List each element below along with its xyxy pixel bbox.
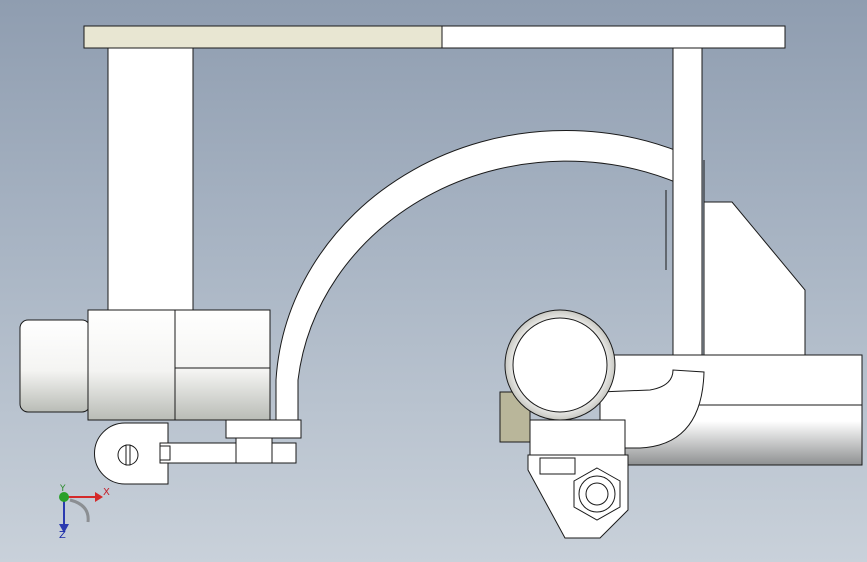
- right-bracket-nut[interactable]: [539, 457, 576, 475]
- top-plate[interactable]: [441, 25, 786, 49]
- top-plate-highlighted[interactable]: [83, 25, 443, 49]
- lower-arm[interactable]: [159, 442, 297, 464]
- cad-viewport[interactable]: X Y Z: [0, 0, 867, 562]
- assembly-model[interactable]: [0, 0, 867, 562]
- right-clamp-block[interactable]: [529, 419, 626, 456]
- left-column[interactable]: [107, 47, 194, 311]
- left-cylinder-body[interactable]: [87, 309, 177, 421]
- x-axis-label: X: [103, 487, 110, 498]
- y-axis-label: Y: [60, 484, 66, 494]
- gripper-ring-inner[interactable]: [512, 317, 608, 413]
- axis-triad: [59, 492, 103, 533]
- hex-nut-bore-inner: [585, 482, 609, 506]
- z-axis-label: Z: [59, 530, 66, 541]
- x-axis-arrowhead: [95, 492, 103, 502]
- left-cylinder-cap[interactable]: [19, 319, 91, 413]
- clamp-nut[interactable]: [235, 437, 273, 464]
- clamp-block[interactable]: [225, 419, 302, 439]
- lower-arm-end[interactable]: [159, 445, 171, 461]
- triad-shading: [69, 498, 90, 523]
- right-tube[interactable]: [672, 47, 703, 374]
- left-cylinder-end[interactable]: [174, 309, 271, 421]
- hinge-pin-slot: [125, 444, 131, 466]
- motor-bracket[interactable]: [703, 201, 806, 356]
